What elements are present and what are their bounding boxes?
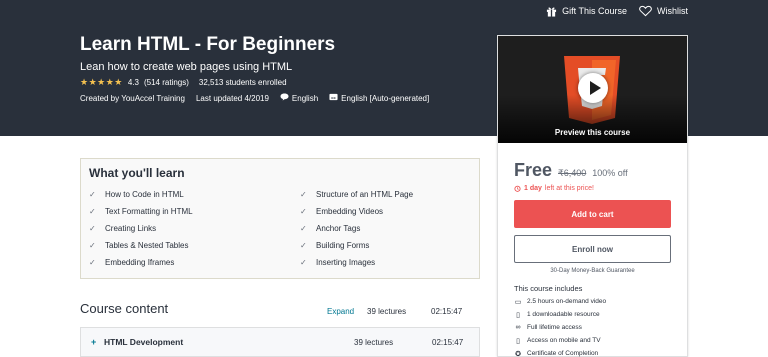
curriculum-section[interactable]: + HTML Development 39 lectures 02:15:47 xyxy=(80,327,480,357)
learn-item-label: Embedding Iframes xyxy=(105,258,175,267)
infinity-icon: ∞ xyxy=(515,324,521,331)
include-item: ▭ 2.5 hours on-demand video xyxy=(514,295,606,308)
learn-item: ✓ Embedding Videos xyxy=(300,203,413,220)
course-content-title: Course content xyxy=(80,301,169,316)
include-label: Access on mobile and TV xyxy=(527,337,601,344)
certificate-icon: ✪ xyxy=(515,350,521,357)
learn-item-label: Text Formatting in HTML xyxy=(105,207,193,216)
learn-item-label: Anchor Tags xyxy=(316,224,361,233)
gift-label: Gift This Course xyxy=(562,6,627,16)
ratings-count[interactable]: (514 ratings) xyxy=(144,78,189,87)
total-lectures: 39 lectures xyxy=(367,307,407,316)
learn-item-label: Inserting Images xyxy=(316,258,376,267)
checkmark-icon: ✓ xyxy=(300,224,307,233)
checkmark-icon: ✓ xyxy=(300,190,307,199)
learn-title: What you'll learn xyxy=(89,166,185,180)
include-label: 2.5 hours on-demand video xyxy=(527,298,607,305)
learn-item: ✓ Inserting Images xyxy=(300,254,413,271)
learn-list-right: ✓ Structure of an HTML Page ✓ Embedding Vi… xyxy=(300,186,413,271)
purchase-sidebar: Preview this course Free ₹6,400 100% off… xyxy=(497,35,688,357)
learn-item: ✓ Embedding Iframes xyxy=(89,254,193,271)
include-label: Certificate of Completion xyxy=(527,350,599,357)
add-to-cart-button[interactable]: Add to cart xyxy=(514,200,671,228)
includes-list: ▭ 2.5 hours on-demand video ▯ 1 downloadab… xyxy=(514,295,606,357)
learn-item: ✓ Creating Links xyxy=(89,220,193,237)
learn-item-label: Creating Links xyxy=(105,224,157,233)
content-summary: Expand 39 lectures 02:15:47 xyxy=(327,307,462,316)
course-preview[interactable]: Preview this course xyxy=(498,36,687,143)
money-back-guarantee: 30-Day Money-Back Guarantee xyxy=(550,268,635,274)
learn-item: ✓ Text Formatting in HTML xyxy=(89,203,193,220)
svg-text:cc: cc xyxy=(331,95,336,100)
checkmark-icon: ✓ xyxy=(89,258,96,267)
course-captions: English [Auto-generated] xyxy=(341,93,430,103)
timer-text: left at this price! xyxy=(544,185,594,192)
rating-row: ★★★★★ 4.3 (514 ratings) 32,513 students … xyxy=(80,77,287,88)
include-item: ▯ Access on mobile and TV xyxy=(514,334,606,347)
current-price: Free xyxy=(514,160,553,180)
rating-value: 4.3 xyxy=(127,78,139,87)
includes-title: This course includes xyxy=(514,284,583,293)
learn-item: ✓ How to Code in HTML xyxy=(89,186,193,203)
include-item: ✪ Certificate of Completion xyxy=(514,347,606,357)
learn-item: ✓ Tables & Nested Tables xyxy=(89,237,193,254)
closed-captions-icon: cc xyxy=(329,93,338,103)
video-icon: ▭ xyxy=(514,298,522,306)
course-meta: Created by YouAccel Training Last update… xyxy=(80,93,429,103)
mobile-icon: ▯ xyxy=(516,337,520,345)
section-lectures: 39 lectures xyxy=(354,337,394,347)
discount-percent: 100% off xyxy=(592,168,628,178)
learn-list-left: ✓ How to Code in HTML ✓ Text Formatting in… xyxy=(89,186,193,271)
learn-item-label: Building Forms xyxy=(316,241,370,250)
header-actions: Gift This Course Wishlist xyxy=(546,5,688,17)
learn-item: ✓ Anchor Tags xyxy=(300,220,413,237)
include-label: Full lifetime access xyxy=(527,324,582,331)
learn-item: ✓ Structure of an HTML Page xyxy=(300,186,413,203)
learn-item-label: Embedding Videos xyxy=(316,207,384,216)
course-title: Learn HTML - For Beginners xyxy=(80,34,336,55)
section-duration: 02:15:47 xyxy=(432,337,464,347)
learn-item: ✓ Building Forms xyxy=(300,237,413,254)
play-icon[interactable] xyxy=(578,73,608,103)
learn-item-label: How to Code in HTML xyxy=(105,190,184,199)
section-title: HTML Development xyxy=(104,337,184,347)
price-row: Free ₹6,400 100% off xyxy=(514,160,628,181)
learn-item-label: Structure of an HTML Page xyxy=(316,190,414,199)
price-timer: 1 day left at this price! xyxy=(514,185,594,192)
preview-label: Preview this course xyxy=(554,128,631,137)
gift-icon xyxy=(546,6,557,17)
checkmark-icon: ✓ xyxy=(89,224,96,233)
timer-days: 1 day xyxy=(524,185,542,192)
course-subtitle: Lean how to create web pages using HTML xyxy=(80,61,293,73)
alarm-clock-icon xyxy=(514,185,521,192)
plus-icon: + xyxy=(91,337,97,347)
speech-bubble-icon xyxy=(280,93,289,103)
students-enrolled: 32,513 students enrolled xyxy=(198,78,287,87)
enroll-now-button[interactable]: Enroll now xyxy=(514,235,671,263)
wishlist-label: Wishlist xyxy=(657,6,688,16)
rating-stars-icon: ★★★★★ xyxy=(80,77,123,87)
include-label: 1 downloadable resource xyxy=(527,311,600,318)
created-by: Created by YouAccel Training xyxy=(80,93,185,103)
course-language: English xyxy=(291,93,319,103)
checkmark-icon: ✓ xyxy=(300,258,307,267)
last-updated: Last updated 4/2019 xyxy=(195,93,269,103)
wishlist-button[interactable]: Wishlist xyxy=(639,5,688,17)
what-youll-learn: What you'll learn ✓ How to Code in HTML ✓… xyxy=(80,158,480,279)
learn-item-label: Tables & Nested Tables xyxy=(105,241,189,250)
checkmark-icon: ✓ xyxy=(300,241,307,250)
expand-all-link[interactable]: Expand xyxy=(327,307,367,316)
checkmark-icon: ✓ xyxy=(300,207,307,216)
include-item: ∞ Full lifetime access xyxy=(514,321,606,334)
heart-icon xyxy=(639,5,652,17)
checkmark-icon: ✓ xyxy=(89,190,96,199)
original-price: ₹6,400 xyxy=(558,168,587,178)
total-duration: 02:15:47 xyxy=(431,307,463,316)
gift-course-button[interactable]: Gift This Course xyxy=(546,6,627,17)
file-icon: ▯ xyxy=(516,311,520,319)
include-item: ▯ 1 downloadable resource xyxy=(514,308,606,321)
checkmark-icon: ✓ xyxy=(89,241,96,250)
checkmark-icon: ✓ xyxy=(89,207,96,216)
